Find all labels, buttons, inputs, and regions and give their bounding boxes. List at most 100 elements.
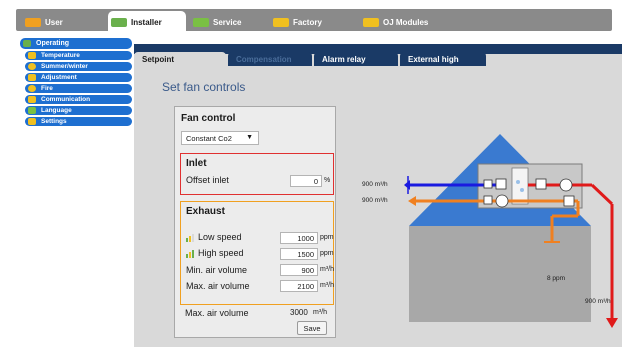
dropdown-arrow-icon: ▼	[246, 134, 253, 141]
sidebar-item-label: Temperature	[41, 52, 80, 59]
sidebar-item-language[interactable]: Language	[25, 106, 132, 115]
sidebar-item-settings[interactable]: Settings	[25, 117, 132, 126]
min-air-volume-unit: m³/h	[320, 266, 334, 273]
outlet-flow-label: 900 m³/h	[585, 298, 611, 305]
high-speed-icon	[186, 249, 194, 258]
supply-arrow-icon	[404, 180, 410, 190]
heater-icon	[535, 178, 547, 190]
co2-reading-label: 8 ppm	[547, 275, 566, 282]
save-button[interactable]: Save	[297, 321, 327, 335]
tab-installer[interactable]: Installer	[108, 11, 186, 33]
exhaust-section: Exhaust Low speed 1000 ppm High speed 15…	[180, 201, 334, 305]
exhaust-title: Exhaust	[186, 206, 225, 217]
fan-control-panel: Fan control Constant Co2 ▼ Inlet Offset …	[174, 106, 336, 338]
low-speed-label: Low speed	[198, 232, 242, 242]
factory-icon	[273, 17, 289, 27]
inlet-title: Inlet	[186, 158, 207, 169]
main-panel: Setpoint Compensation Alarm relay Extern…	[134, 44, 622, 347]
service-icon	[193, 17, 209, 27]
max-air-volume-total-label: Max. air volume	[185, 308, 249, 318]
tab-compensation-label: Compensation	[236, 54, 292, 64]
tab-user-label: User	[45, 17, 63, 27]
sidebar: Operating Temperature Summer/winter Adju…	[20, 38, 132, 347]
low-speed-row: Low speed	[186, 232, 242, 242]
exhaust-fan-icon	[495, 194, 509, 208]
top-navigation: User Installer Service Factory OJ Module…	[0, 0, 622, 35]
max-air-volume-input[interactable]: 2100	[280, 280, 318, 292]
max-air-volume-unit: m³/h	[320, 282, 334, 289]
tab-factory-label: Factory	[293, 17, 322, 27]
tab-alarm-relay[interactable]: Alarm relay	[314, 52, 398, 66]
tab-external-high-label: External high	[408, 54, 459, 64]
exhaust-damper-icon	[563, 195, 575, 207]
adjust-icon	[28, 74, 36, 81]
low-speed-icon	[186, 233, 194, 242]
sidebar-item-label: Summer/winter	[41, 63, 88, 70]
sidebar-item-fire[interactable]: Fire	[25, 84, 132, 93]
outlet-arrow-icon	[606, 318, 618, 328]
language-icon	[28, 107, 36, 114]
sidebar-item-temperature[interactable]: Temperature	[25, 51, 132, 60]
user-icon	[25, 17, 41, 27]
fire-icon	[28, 85, 36, 92]
sidebar-item-label: Communication	[41, 96, 91, 103]
tab-service-label: Service	[213, 17, 242, 27]
tab-setpoint-label: Setpoint	[142, 54, 174, 64]
tab-setpoint[interactable]: Setpoint	[134, 52, 226, 66]
high-speed-unit: ppm	[320, 250, 334, 257]
offset-inlet-label: Offset inlet	[186, 175, 229, 185]
min-air-volume-label: Min. air volume	[186, 265, 248, 275]
tab-user[interactable]: User	[22, 13, 108, 31]
offset-inlet-unit: %	[324, 177, 331, 184]
high-speed-input[interactable]: 1500	[280, 248, 318, 260]
sun-icon	[28, 63, 36, 70]
sidebar-item-label: Settings	[41, 118, 67, 125]
filter-icon	[483, 179, 493, 189]
tab-alarm-relay-label: Alarm relay	[322, 54, 366, 64]
damper-icon	[495, 178, 507, 190]
sidebar-item-label: Operating	[36, 40, 70, 47]
settings-icon	[28, 118, 36, 125]
sidebar-item-label: Language	[41, 107, 72, 114]
max-air-volume-total-value: 3000	[290, 308, 308, 317]
oj-modules-icon	[363, 17, 379, 27]
building-wall	[409, 226, 591, 322]
high-speed-label: High speed	[198, 248, 244, 258]
filter-icon-2	[483, 195, 493, 205]
communication-icon	[28, 96, 36, 103]
tab-oj-modules-label: OJ Modules	[383, 17, 429, 27]
supply-flow-label: 900 m³/h	[362, 181, 388, 188]
inlet-section: Inlet Offset inlet 0 %	[180, 153, 334, 195]
tab-service[interactable]: Service	[190, 13, 266, 31]
thermometer-icon	[28, 52, 36, 59]
min-air-volume-input[interactable]: 900	[280, 264, 318, 276]
tab-external-high[interactable]: External high	[400, 52, 486, 66]
max-air-volume-total-unit: m³/h	[313, 309, 327, 316]
ventilation-schematic	[404, 134, 618, 328]
tab-oj-modules[interactable]: OJ Modules	[360, 13, 446, 31]
page-title: Set fan controls	[162, 80, 246, 94]
heat-exchanger	[511, 167, 529, 205]
installer-icon	[111, 17, 127, 27]
ventilation-diagram: 900 m³/h 900 m³/h 8 ppm 900 m³/h	[360, 124, 622, 334]
high-speed-row: High speed	[186, 248, 244, 258]
fan-mode-value: Constant Co2	[186, 133, 232, 143]
sidebar-item-operating[interactable]: Operating	[20, 38, 132, 49]
exhaust-arrow-icon	[408, 196, 416, 206]
low-speed-input[interactable]: 1000	[280, 232, 318, 244]
fan-control-title: Fan control	[181, 113, 236, 124]
exhaust-flow-label: 900 m³/h	[362, 197, 388, 204]
sidebar-item-adjustment[interactable]: Adjustment	[25, 73, 132, 82]
sidebar-item-label: Adjustment	[41, 74, 77, 81]
low-speed-unit: ppm	[320, 234, 334, 241]
fan-mode-select[interactable]: Constant Co2 ▼	[181, 131, 259, 145]
tab-factory[interactable]: Factory	[270, 13, 356, 31]
sidebar-item-communication[interactable]: Communication	[25, 95, 132, 104]
supply-fan-icon	[559, 178, 573, 192]
sidebar-item-summer-winter[interactable]: Summer/winter	[25, 62, 132, 71]
tab-installer-label: Installer	[131, 17, 162, 27]
operating-icon	[23, 40, 31, 47]
max-air-volume-label: Max. air volume	[186, 281, 250, 291]
offset-inlet-input[interactable]: 0	[290, 175, 322, 187]
tab-compensation[interactable]: Compensation	[228, 52, 312, 66]
